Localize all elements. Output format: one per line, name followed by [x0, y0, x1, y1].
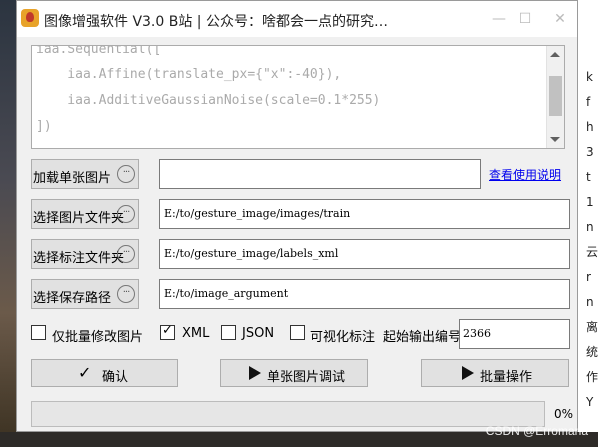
help-link[interactable]: 查看使用说明 — [489, 166, 561, 183]
progress-text: 0% — [554, 407, 574, 421]
button-label: 加载单张图片 — [33, 171, 112, 186]
code-line: ]) — [36, 119, 52, 134]
background-text: f — [586, 95, 591, 109]
close-button[interactable]: ✕ — [550, 9, 570, 29]
more-icon: ··· — [117, 165, 135, 183]
button-label: 选择标注文件夹 — [33, 251, 125, 266]
play-icon — [249, 366, 261, 380]
load-single-image-button[interactable]: 加载单张图片 ··· — [31, 159, 139, 189]
button-label: 选择保存路径 — [33, 291, 112, 306]
xml-checkbox[interactable] — [160, 323, 175, 340]
check-icon: ✓ — [78, 363, 92, 382]
augmentation-code-editor[interactable]: iaa.Sequential([ iaa.Affine(translate_px… — [31, 45, 565, 149]
batch-operation-button[interactable]: 批量操作 — [421, 359, 569, 387]
button-label: 批量操作 — [480, 370, 533, 385]
background-text: 离 — [586, 320, 598, 334]
progress-bar — [31, 401, 545, 427]
watermark: CSDN @Erromana — [485, 424, 588, 438]
save-path-field[interactable]: E:/to/image_argument — [159, 279, 570, 309]
single-image-path-field[interactable] — [159, 159, 481, 189]
visualize-label: 可视化标注 — [310, 330, 376, 345]
background-text: 3 — [586, 145, 594, 159]
json-checkbox[interactable] — [221, 325, 236, 340]
code-line: iaa.AdditiveGaussianNoise(scale=0.1*255) — [36, 93, 381, 108]
background-text: r — [586, 270, 591, 284]
json-label: JSON — [242, 326, 275, 341]
background-text: h — [586, 120, 594, 134]
app-window: 图像增强软件 V3.0 B站 | 公众号：啥都会一点的研究… — ☐ ✕ iaa… — [16, 0, 578, 432]
code-line: iaa.Sequential([ — [36, 45, 162, 57]
start-index-input[interactable]: 2366 — [459, 319, 570, 349]
background-text: 作 — [586, 370, 598, 384]
select-image-folder-button[interactable]: 选择图片文件夹 ··· — [31, 199, 139, 229]
xml-label: XML — [182, 326, 210, 341]
confirm-button[interactable]: ✓ 确认 — [31, 359, 178, 387]
background-text: 云 — [586, 245, 598, 259]
code-line: iaa.Affine(translate_px={"x":-40}), — [36, 67, 342, 82]
scroll-up-icon[interactable] — [550, 52, 560, 57]
image-folder-path-field[interactable]: E:/to/gesture_image/images/train — [159, 199, 570, 229]
more-icon: ··· — [117, 285, 135, 303]
button-label: 单张图片调试 — [267, 370, 346, 385]
select-label-folder-button[interactable]: 选择标注文件夹 ··· — [31, 239, 139, 269]
background-text: k — [586, 70, 593, 84]
more-icon: ··· — [117, 245, 135, 263]
background-text: 统 — [586, 345, 598, 359]
scroll-thumb[interactable] — [549, 76, 562, 116]
play-icon — [462, 366, 474, 380]
start-index-label: 起始输出编号 — [383, 330, 462, 345]
batch-modify-checkbox[interactable] — [31, 325, 46, 340]
desktop-background-right: kfh3t1n云rn离统作Y — [578, 0, 598, 447]
maximize-button[interactable]: ☐ — [515, 9, 535, 29]
visualize-checkbox[interactable] — [290, 325, 305, 340]
more-icon: ··· — [117, 205, 135, 223]
background-text: n — [586, 220, 594, 234]
minimize-button[interactable]: — — [489, 9, 509, 29]
background-text: t — [586, 170, 591, 184]
batch-modify-label: 仅批量修改图片 — [52, 330, 144, 345]
button-label: 选择图片文件夹 — [33, 211, 125, 226]
select-save-path-button[interactable]: 选择保存路径 ··· — [31, 279, 139, 309]
single-image-debug-button[interactable]: 单张图片调试 — [220, 359, 368, 387]
window-title: 图像增强软件 V3.0 B站 | 公众号：啥都会一点的研究… — [44, 14, 388, 30]
code-scrollbar[interactable] — [546, 46, 564, 148]
title-bar: 图像增强软件 V3.0 B站 | 公众号：啥都会一点的研究… — ☐ ✕ — [17, 1, 577, 37]
background-text: Y — [586, 395, 594, 409]
label-folder-path-field[interactable]: E:/to/gesture_image/labels_xml — [159, 239, 570, 269]
scroll-down-icon[interactable] — [550, 137, 560, 142]
background-text: n — [586, 295, 594, 309]
background-text: 1 — [586, 195, 594, 209]
button-label: 确认 — [102, 370, 129, 385]
app-icon — [21, 9, 39, 27]
